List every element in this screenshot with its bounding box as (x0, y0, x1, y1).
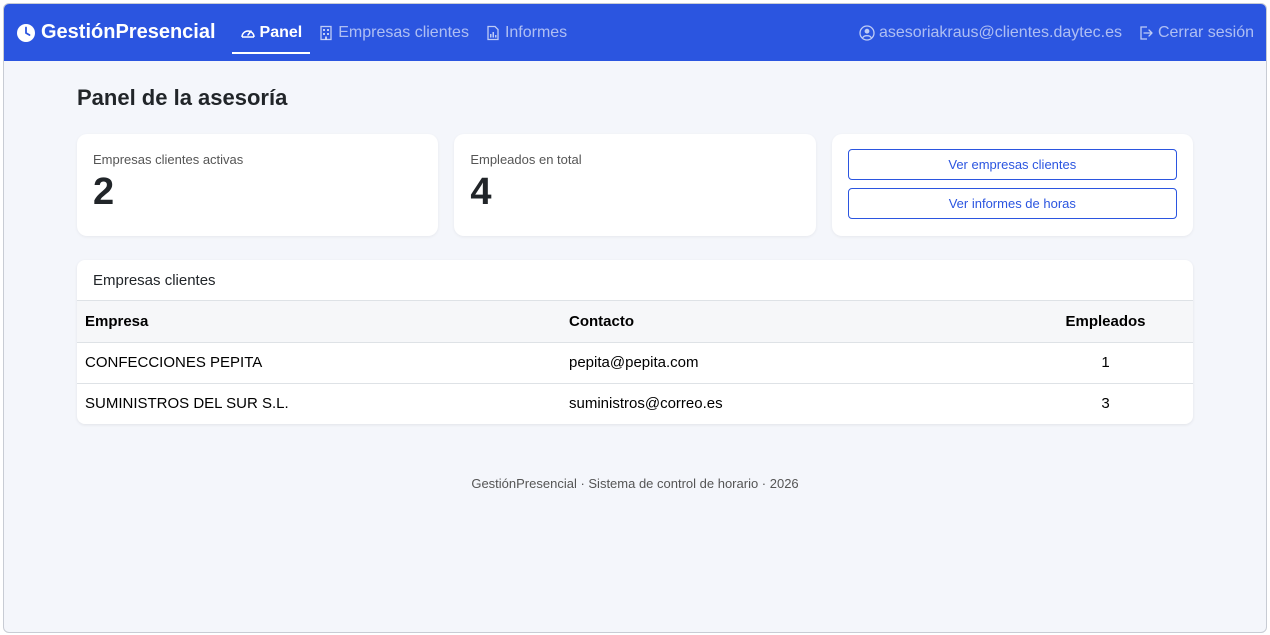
footer: GestiónPresencial · Sistema de control d… (471, 476, 799, 491)
nav-item-panel[interactable]: Panel (231, 4, 311, 61)
cell-company: CONFECCIONES PEPITA (77, 342, 561, 384)
active-clients-card: Empresas clientes activas 2 (77, 134, 439, 236)
cell-company: SUMINISTROS DEL SUR S.L. (85, 395, 289, 413)
active-clients-label: Empresas clientes activas (93, 152, 244, 167)
cell-contact: suministros@correo.es (569, 395, 723, 413)
nav-item-label: Panel (259, 23, 303, 41)
table-header-row: Empresa Contacto Empleados (77, 301, 1193, 343)
user-email: asesoriakraus@clientes.daytec.es (878, 23, 1122, 41)
view-clients-button[interactable]: Ver empresas clientes (847, 149, 1177, 180)
table-row[interactable]: SUMINISTROS DEL SUR S.L. suministros@cor… (77, 383, 1193, 424)
brand[interactable]: GestiónPresencial (16, 21, 216, 44)
clock-icon (17, 23, 35, 42)
cell-employees: 3 (1101, 395, 1110, 413)
table-row[interactable]: CONFECCIONES PEPITA pepita@pepita.com 1 (77, 342, 1193, 384)
clients-table-title: Empresas clientes (77, 260, 1193, 301)
cell-contact: pepita@pepita.com (561, 342, 1018, 384)
header-employees: Empleados (1018, 301, 1193, 343)
clients-table-card: Empresas clientes Empresa Contacto Emple… (77, 260, 1193, 424)
clients-table: Empresa Contacto Empleados CONFECCIONES … (77, 301, 1193, 424)
nav-item-informes[interactable]: Informes (477, 4, 575, 61)
main-nav: Panel Empresas clientes Informes (231, 4, 576, 61)
user-account[interactable]: asesoriakraus@clientes.daytec.es (859, 24, 1122, 42)
logout-label: Cerrar sesión (1157, 23, 1254, 41)
employees-label: Empleados en total (470, 152, 582, 167)
header-contact: Contacto (561, 301, 1018, 343)
nav-item-label: Informes (504, 23, 568, 41)
active-clients-value: 2 (93, 171, 115, 213)
brand-name: GestiónPresencial (41, 21, 216, 43)
header-company: Empresa (77, 301, 561, 343)
employees-value: 4 (470, 171, 492, 213)
employees-card: Empleados en total 4 (454, 134, 816, 236)
report-icon (487, 25, 499, 40)
building-icon (320, 25, 332, 40)
user-circle-icon (859, 24, 875, 41)
main-content: Panel de la asesoría Empresas clientes a… (77, 61, 1193, 491)
view-reports-button[interactable]: Ver informes de horas (847, 188, 1177, 219)
page-title: Panel de la asesoría (77, 85, 288, 110)
stats-cards: Empresas clientes activas 2 Empleados en… (77, 134, 1193, 236)
actions-card: Ver empresas clientes Ver informes de ho… (831, 134, 1193, 236)
user-nav: asesoriakraus@clientes.daytec.es Cerrar … (859, 24, 1254, 42)
nav-item-empresas[interactable]: Empresas clientes (310, 4, 477, 61)
speedometer-icon (240, 29, 255, 38)
app-window: GestiónPresencial Panel Empresas cliente… (3, 3, 1267, 633)
nav-item-label: Empresas clientes (338, 23, 469, 41)
logout-icon (1140, 25, 1153, 40)
navbar: GestiónPresencial Panel Empresas cliente… (4, 4, 1266, 61)
logout-link[interactable]: Cerrar sesión (1138, 24, 1254, 42)
cell-employees: 1 (1018, 342, 1193, 384)
